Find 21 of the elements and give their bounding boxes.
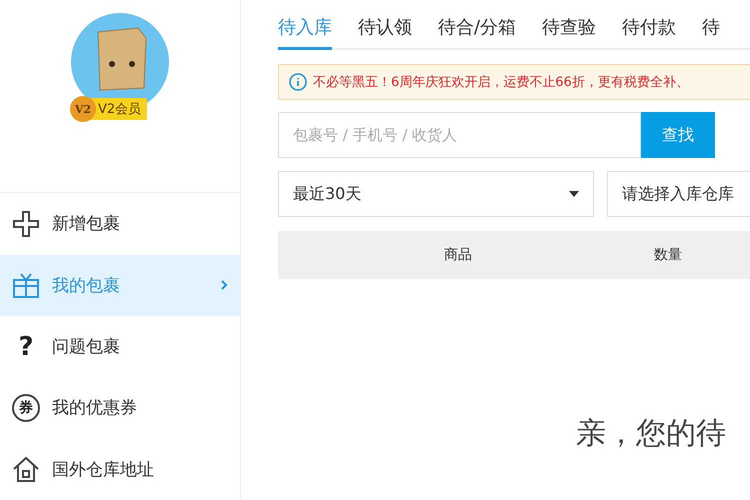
coupon-icon: 券 <box>12 394 40 422</box>
tab[interactable]: 待查验 <box>542 15 596 50</box>
notice-text: 不必等黑五！6周年庆狂欢开启，运费不止66折，更有税费全补、 <box>313 74 689 91</box>
tab[interactable]: 待认领 <box>358 15 412 50</box>
tab[interactable]: 待付款 <box>622 15 676 50</box>
level-coin: V2 <box>70 96 96 122</box>
search-field[interactable]: 包裹号 / 手机号 / 收货人 <box>278 112 641 158</box>
tab[interactable]: 待 <box>702 15 720 50</box>
empty-message: 亲，您的待 <box>575 415 727 453</box>
plus-icon <box>12 210 40 238</box>
column-header: 商品 <box>443 246 473 264</box>
column-header: 数量 <box>653 246 683 264</box>
question-icon: ? <box>12 332 40 361</box>
caret-icon <box>569 191 579 197</box>
chevron-right-icon <box>220 279 228 292</box>
warehouse-select[interactable]: 请选择入库仓库 <box>607 171 750 217</box>
tab[interactable]: 待合/分箱 <box>438 15 516 50</box>
date-range-select[interactable]: 最近30天 <box>278 171 594 217</box>
gift-icon <box>12 271 40 300</box>
info-icon <box>289 73 307 91</box>
home-icon <box>12 455 40 484</box>
